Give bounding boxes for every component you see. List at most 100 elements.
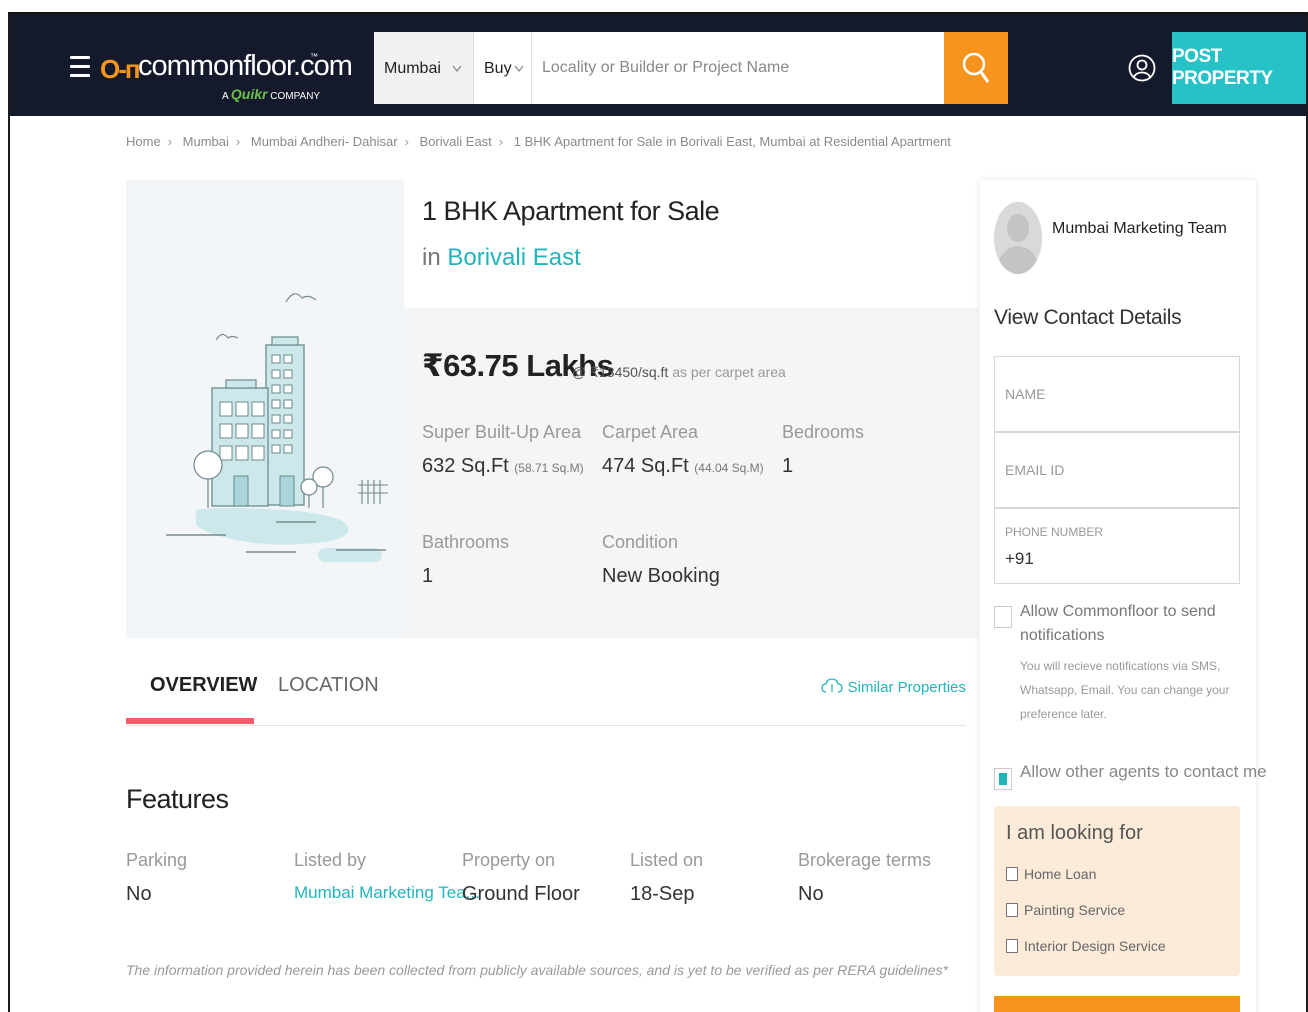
breadcrumb-borivali-east[interactable]: Borivali East (420, 134, 492, 149)
building-illustration-icon (166, 293, 388, 562)
feature-value: No (798, 883, 824, 905)
avatar (994, 202, 1042, 274)
person-icon (994, 202, 1042, 274)
locality-link[interactable]: Borivali East (447, 244, 580, 271)
breadcrumb-separator: › (235, 134, 241, 149)
looking-option-interior[interactable]: Interior Design Service (1006, 938, 1166, 954)
name-input[interactable] (995, 357, 1239, 431)
quikr-brand: Quikr (230, 86, 268, 102)
tab-overview[interactable]: OVERVIEW (150, 674, 257, 697)
looking-for-box: I am looking for Home Loan Painting Serv… (994, 806, 1240, 976)
similar-properties-label: Similar Properties (847, 679, 966, 696)
looking-option-painting[interactable]: Painting Service (1006, 902, 1125, 918)
listing-title: 1 BHK Apartment for Sale (422, 196, 720, 226)
features-heading: Features (126, 784, 229, 814)
top-header: O-ᴨ commonfloor.com ™ A Quikr COMPANY Mu… (10, 12, 1306, 116)
locality-search-input[interactable] (534, 32, 944, 104)
breadcrumb-separator: › (498, 134, 504, 149)
menu-icon[interactable] (70, 56, 90, 82)
spec-carpet-area: Carpet Area 474 Sq.Ft (44.04 Sq.M) (602, 422, 764, 478)
breadcrumb-current: 1 BHK Apartment for Sale in Borivali Eas… (513, 134, 951, 149)
tab-location[interactable]: LOCATION (278, 674, 379, 697)
post-property-button[interactable]: POST PROPERTY (1172, 32, 1306, 104)
spec-value: New Booking (602, 565, 720, 587)
spec-bathrooms: Bathrooms 1 (422, 532, 509, 588)
buy-select[interactable]: Buy (474, 32, 532, 104)
search-bar: Mumbai Buy (374, 32, 944, 104)
notify-label: Allow Commonfloor to send notifications (1020, 603, 1216, 644)
notify-checkbox[interactable] (994, 606, 1012, 628)
user-account-icon[interactable] (1128, 54, 1156, 82)
checkbox[interactable] (1006, 903, 1018, 917)
feature-label: Brokerage terms (798, 850, 932, 870)
spec-value: 632 Sq.Ft (58.71 Sq.M) (422, 455, 584, 478)
city-label: Mumbai (384, 60, 441, 77)
breadcrumb-andheri-dahisar[interactable]: Mumbai Andheri- Dahisar (251, 134, 398, 149)
super-area-sqm: (58.71 Sq.M) (514, 461, 584, 475)
key-icon: O-ᴨ (100, 54, 141, 84)
phone-prefix: +91 (1005, 549, 1034, 568)
spec-label: Bedrooms (782, 422, 865, 442)
feature-parking: Parking No (126, 850, 187, 906)
cloud-icon (821, 678, 844, 693)
feature-listed-by: Listed by Mumbai Marketing Tea... (294, 850, 480, 903)
rera-disclaimer: The information provided herein has been… (126, 962, 949, 978)
feature-label: Parking (126, 850, 188, 870)
carpet-area-value: 474 Sq.Ft (602, 455, 689, 477)
breadcrumb-home[interactable]: Home (126, 134, 161, 149)
buy-label: Buy (484, 60, 512, 77)
email-input[interactable] (995, 433, 1239, 507)
spec-value: 1 (782, 455, 794, 477)
listed-by-link[interactable]: Mumbai Marketing Tea... (294, 883, 480, 903)
logo-subtitle: A Quikr COMPANY (222, 86, 320, 102)
price-rate: @ ₹13450/sq.ft as per carpet area (572, 364, 786, 381)
agent-name: Mumbai Marketing Team (1052, 220, 1227, 237)
notify-sub-text: You will recieve notifications via SMS, … (1020, 659, 1230, 721)
name-field (994, 356, 1240, 432)
feature-label: Listed on (630, 850, 704, 870)
logo-sub-suffix: COMPANY (270, 91, 321, 102)
feature-listed-on: Listed on 18-Sep (630, 850, 703, 906)
phone-field[interactable]: PHONE NUMBER +91 (994, 508, 1240, 584)
breadcrumb-separator: › (404, 134, 409, 149)
submit-button[interactable] (994, 996, 1240, 1012)
phone-label: PHONE NUMBER (1005, 525, 1104, 539)
active-tab-indicator (126, 718, 254, 724)
chevron-down-icon (452, 62, 462, 76)
logo-text: commonfloor.com (138, 50, 353, 82)
logo-sub-prefix: A (222, 91, 229, 102)
contact-sidebar: Mumbai Marketing Team View Contact Detai… (980, 180, 1267, 1012)
spec-value: 1 (422, 565, 434, 587)
feature-brokerage: Brokerage terms No (798, 850, 931, 906)
feature-label: Property on (462, 850, 556, 870)
spec-value: 474 Sq.Ft (44.04 Sq.M) (602, 455, 764, 478)
breadcrumb-mumbai[interactable]: Mumbai (183, 134, 229, 149)
in-prefix: in (422, 244, 441, 271)
listing-info-panel: ₹63.75 Lakhs @ ₹13450/sq.ft as per carpe… (404, 308, 978, 638)
feature-property-on: Property on Ground Floor (462, 850, 580, 906)
feature-value: No (126, 883, 152, 905)
rate-value: @ ₹13450/sq.ft (572, 364, 669, 380)
checkbox[interactable] (1006, 867, 1018, 881)
super-area-value: 632 Sq.Ft (422, 455, 509, 477)
spec-label: Super Built-Up Area (422, 422, 582, 442)
feature-value: Ground Floor (462, 883, 580, 905)
checkbox[interactable] (1006, 939, 1018, 953)
carpet-area-sqm: (44.04 Sq.M) (694, 461, 764, 475)
option-label: Painting Service (1024, 902, 1126, 918)
detail-tabs: OVERVIEW LOCATION Similar Properties (126, 652, 966, 726)
similar-properties-link[interactable]: Similar Properties (821, 678, 966, 696)
search-button[interactable] (944, 32, 1008, 104)
site-logo[interactable]: O-ᴨ commonfloor.com ™ A Quikr COMPANY (100, 48, 353, 102)
page-frame: O-ᴨ commonfloor.com ™ A Quikr COMPANY Mu… (8, 12, 1308, 1012)
spec-super-area: Super Built-Up Area 632 Sq.Ft (58.71 Sq.… (422, 422, 584, 478)
agents-contact-checkbox[interactable] (994, 768, 1012, 790)
looking-for-title: I am looking for (1006, 822, 1143, 844)
feature-value: 18-Sep (630, 883, 695, 905)
contact-title: View Contact Details (994, 306, 1182, 329)
looking-option-home-loan[interactable]: Home Loan (1006, 866, 1096, 882)
spec-label: Bathrooms (422, 532, 510, 552)
option-label: Interior Design Service (1024, 938, 1166, 954)
city-select[interactable]: Mumbai (374, 32, 474, 104)
agents-contact-label: Allow other agents to contact me (1020, 762, 1267, 781)
